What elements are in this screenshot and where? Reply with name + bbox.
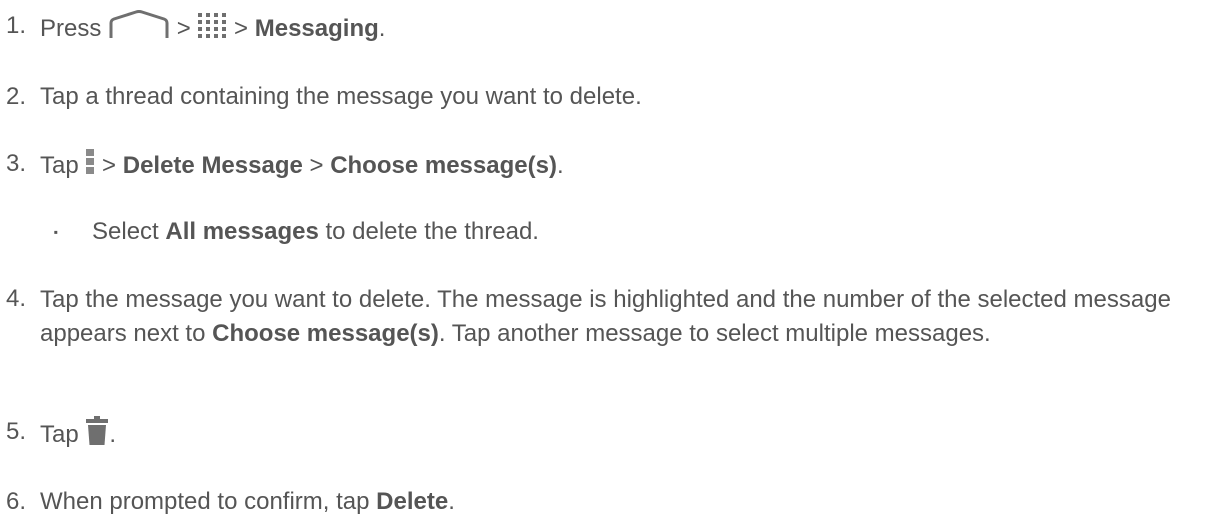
- bullet-marker: ▪: [53, 225, 58, 239]
- step-text: Press > > Messaging.: [40, 10, 1210, 49]
- sub-bullet: ▪ Select All messages to delete the thre…: [0, 216, 1220, 248]
- menu-label-choose-messages: Choose message(s): [212, 320, 439, 347]
- step-number: 6.: [6, 488, 27, 515]
- step-text: Tap a thread containing the message you …: [40, 83, 642, 110]
- sub-bullet-text: Select All messages to delete the thread…: [92, 218, 539, 245]
- menu-icon: [85, 148, 95, 185]
- step-text: Tap > Delete Message > Choose message(s)…: [40, 148, 1210, 185]
- step-number: 1.: [6, 12, 27, 39]
- step-text: Tap .: [40, 416, 1210, 455]
- menu-label-delete-message: Delete Message: [122, 151, 303, 179]
- step-4: 4. Tap the message you want to delete. T…: [0, 283, 1210, 351]
- step-1: 1. Press > > Messaging.: [0, 10, 1210, 49]
- step-text: Tap the message you want to delete. The …: [40, 286, 1171, 347]
- step-5: 5. Tap .: [0, 416, 1210, 455]
- step-number: 2.: [6, 83, 27, 110]
- trash-icon: [85, 416, 109, 455]
- step-2: 2. Tap a thread containing the message y…: [0, 81, 1210, 113]
- step-number: 5.: [6, 418, 27, 445]
- menu-label-choose-messages: Choose message(s): [330, 151, 557, 179]
- home-icon: [108, 10, 170, 49]
- menu-label-messaging: Messaging: [254, 14, 379, 42]
- option-all-messages: All messages: [165, 218, 319, 245]
- step-3: 3. Tap > Delete Message > Choose message…: [0, 148, 1210, 185]
- step-number: 3.: [6, 150, 27, 177]
- instructions-document: 1. Press > > Messaging. 2. Tap a thread …: [0, 0, 1220, 529]
- button-label-delete: Delete: [376, 488, 449, 515]
- step-number: 4.: [6, 285, 27, 312]
- step-6: 6. When prompted to confirm, tap Delete.: [0, 486, 1210, 518]
- step-text: When prompted to confirm, tap Delete.: [40, 488, 455, 515]
- apps-grid-icon: [197, 12, 227, 47]
